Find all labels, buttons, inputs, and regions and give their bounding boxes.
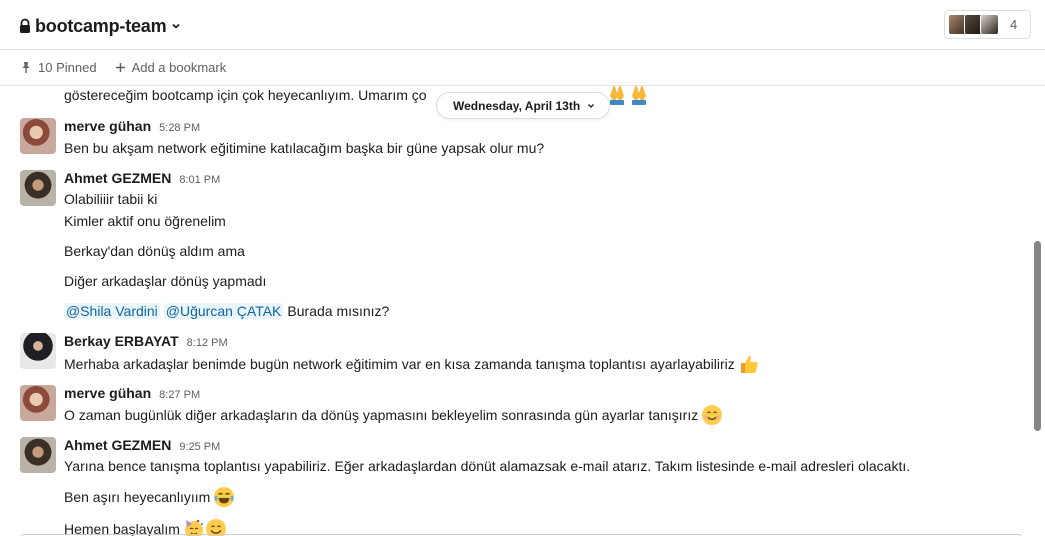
message-author[interactable]: Ahmet GEZMEN	[64, 170, 171, 186]
avatar[interactable]	[20, 118, 56, 154]
message-timestamp[interactable]: 9:25 PM	[179, 441, 220, 453]
message-timestamp[interactable]: 8:27 PM	[159, 389, 200, 401]
message-text: O zaman bugünlük diğer arkadaşların da d…	[64, 404, 723, 426]
message-text: Merhaba arkadaşlar benimde bugün network…	[64, 353, 760, 375]
channel-name: bootcamp-team	[35, 15, 167, 36]
message-text: göstereceğim bootcamp için çok heyecanlı…	[64, 87, 427, 103]
plus-icon	[115, 63, 125, 72]
message-list: göstereceğim bootcamp için çok heyecanlı…	[0, 86, 1030, 536]
pinned-label: 10 Pinned	[38, 60, 97, 75]
date-divider-label: Wednesday, April 13th	[453, 98, 581, 113]
message-timestamp[interactable]: 5:28 PM	[159, 122, 200, 134]
member-count: 4	[1010, 17, 1018, 32]
thumbs-up-emoji-icon	[740, 355, 758, 373]
user-mention[interactable]: @Uğurcan ÇATAK	[163, 303, 284, 319]
chevron-down-icon	[172, 23, 180, 29]
message-author[interactable]: Ahmet GEZMEN	[64, 437, 171, 453]
members-button[interactable]: 4	[944, 10, 1031, 39]
bookmarks-bar: 10 Pinned Add a bookmark	[0, 50, 1045, 86]
avatar[interactable]	[20, 170, 56, 206]
channel-name-button[interactable]: bootcamp-team	[18, 13, 181, 39]
pinned-button[interactable]: 10 Pinned	[20, 60, 97, 75]
add-bookmark-label: Add a bookmark	[131, 60, 227, 75]
avatar[interactable]	[20, 333, 56, 369]
avatar[interactable]	[20, 437, 56, 473]
lock-icon	[20, 18, 30, 33]
smiling-face-emoji-icon	[702, 405, 723, 425]
avatar[interactable]	[20, 385, 56, 421]
scrollbar[interactable]	[1034, 241, 1041, 431]
message-timestamp[interactable]: 8:01 PM	[179, 174, 220, 186]
message-text: Diğer arkadaşlar dönüş yapmadı	[64, 273, 267, 289]
channel-header: bootcamp-team 4	[0, 0, 1045, 50]
add-bookmark-button[interactable]: Add a bookmark	[115, 60, 227, 75]
message-text: @Shila Vardini @Uğurcan ÇATAK Burada mıs…	[64, 303, 390, 319]
chevron-down-icon	[588, 103, 595, 108]
member-avatar	[980, 14, 999, 35]
folded-hands-emoji-icon	[610, 86, 646, 105]
message-text: Yarına bence tanışma toplantısı yapabili…	[64, 458, 911, 474]
message-timestamp[interactable]: 8:12 PM	[187, 337, 228, 349]
message-text: Berkay'dan dönüş aldım ama	[64, 243, 245, 259]
message-text: Ben bu akşam network eğitimine katılacağ…	[64, 140, 545, 156]
pin-icon	[22, 62, 30, 73]
message-text: Kimler aktif onu öğrenelim	[64, 213, 226, 229]
tears-of-joy-emoji-icon	[214, 487, 235, 507]
message-text: Olabiliiir tabii ki	[64, 191, 158, 207]
message-text: Ben aşırı heyecanlıyıım	[64, 486, 235, 508]
date-divider-button[interactable]: Wednesday, April 13th	[436, 92, 611, 119]
message-author[interactable]: Berkay ERBAYAT	[64, 333, 179, 349]
message-author[interactable]: merve gühan	[64, 385, 151, 401]
message-author[interactable]: merve gühan	[64, 118, 151, 134]
user-mention[interactable]: @Shila Vardini	[64, 303, 160, 319]
